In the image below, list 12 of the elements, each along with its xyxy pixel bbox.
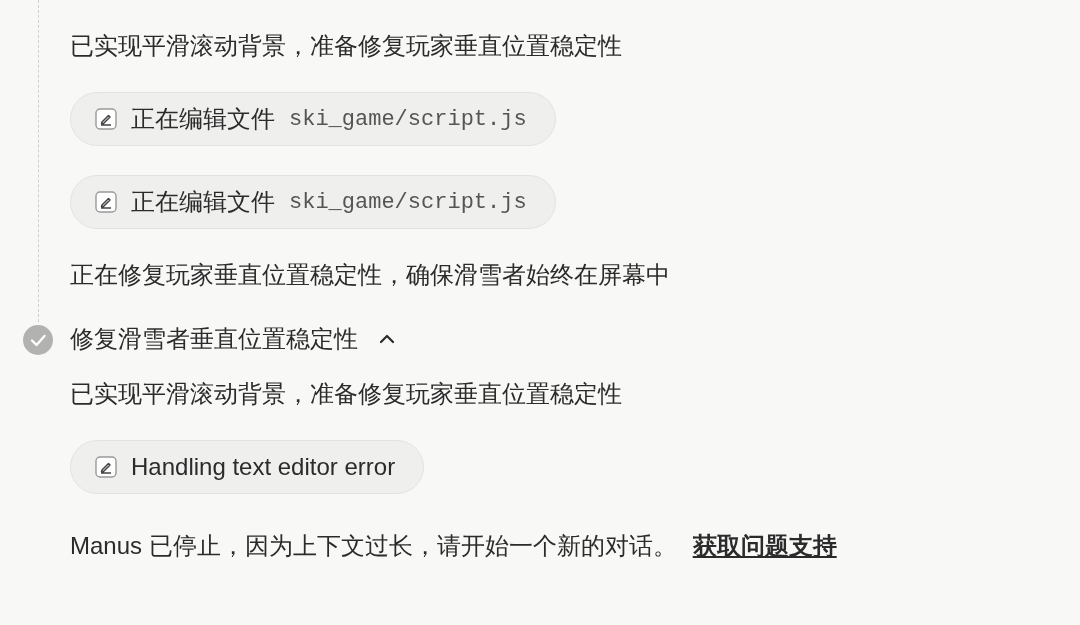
pen-icon: [95, 456, 117, 478]
action-chip[interactable]: 正在编辑文件 ski_game/script.js: [70, 92, 556, 146]
status-text: 已实现平滑滚动背景，准备修复玩家垂直位置稳定性: [70, 31, 622, 61]
action-chip[interactable]: Handling text editor error: [70, 440, 425, 494]
support-link[interactable]: 获取问题支持: [692, 532, 837, 559]
status-text: 正在修复玩家垂直位置稳定性，确保滑雪者始终在屏幕中: [70, 260, 670, 290]
pen-icon: [95, 108, 117, 130]
stopped-message: Manus 已停止，因为上下文过长，请开始一个新的对话。: [70, 532, 677, 559]
pen-icon: [95, 191, 117, 213]
action-chip[interactable]: 正在编辑文件 ski_game/script.js: [70, 175, 556, 229]
status-text: 已实现平滑滚动背景，准备修复玩家垂直位置稳定性: [70, 379, 622, 409]
step-title: 修复滑雪者垂直位置稳定性: [70, 324, 358, 354]
